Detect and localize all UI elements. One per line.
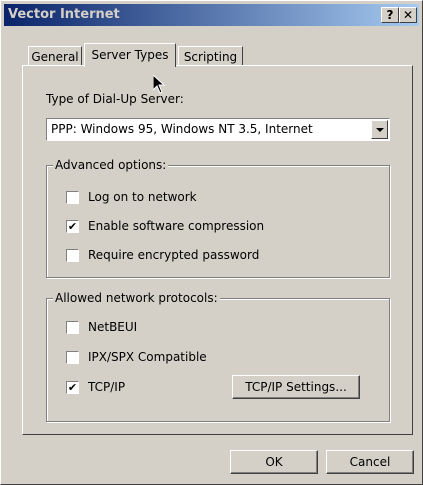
tab-general[interactable]: General (28, 46, 82, 67)
dialup-server-value: PPP: Windows 95, Windows NT 3.5, Interne… (51, 122, 313, 136)
checkbox-label: TCP/IP (88, 380, 126, 394)
checkbox-label: Enable software compression (88, 219, 265, 233)
checkbox-label: NetBEUI (88, 320, 138, 334)
checkbox-box[interactable]: ✔ (66, 381, 79, 394)
tab-server-types[interactable]: Server Types (84, 43, 176, 67)
dialup-server-select[interactable]: PPP: Windows 95, Windows NT 3.5, Interne… (46, 118, 390, 141)
checkbox-box[interactable] (66, 321, 79, 334)
checkbox-box[interactable] (66, 351, 79, 364)
mouse-cursor-icon (153, 75, 165, 94)
checkbox-label: Log on to network (88, 190, 197, 204)
checkbox-label: Require encrypted password (88, 248, 260, 262)
dialup-server-label: Type of Dial-Up Server: (46, 92, 184, 106)
checkbox-box[interactable] (66, 249, 79, 262)
title-bar[interactable]: Vector Internet ? ✕ (4, 4, 419, 26)
help-button[interactable]: ? (381, 7, 399, 23)
check-mark-icon: ✔ (67, 381, 78, 394)
chevron-down-icon[interactable] (371, 120, 388, 139)
check-mark-icon: ✔ (67, 220, 78, 233)
tab-scripting[interactable]: Scripting (178, 46, 243, 67)
checkbox-box[interactable] (66, 191, 79, 204)
cancel-button[interactable]: Cancel (326, 450, 414, 474)
checkbox-box[interactable]: ✔ (66, 220, 79, 233)
advanced-options-legend: Advanced options: (53, 158, 169, 172)
close-button[interactable]: ✕ (399, 7, 417, 23)
tcp-ip-settings-button[interactable]: TCP/IP Settings... (232, 375, 360, 399)
ok-button[interactable]: OK (230, 450, 318, 474)
window-title: Vector Internet (8, 7, 120, 22)
protocols-legend: Allowed network protocols: (53, 291, 220, 305)
checkbox-label: IPX/SPX Compatible (88, 350, 207, 364)
